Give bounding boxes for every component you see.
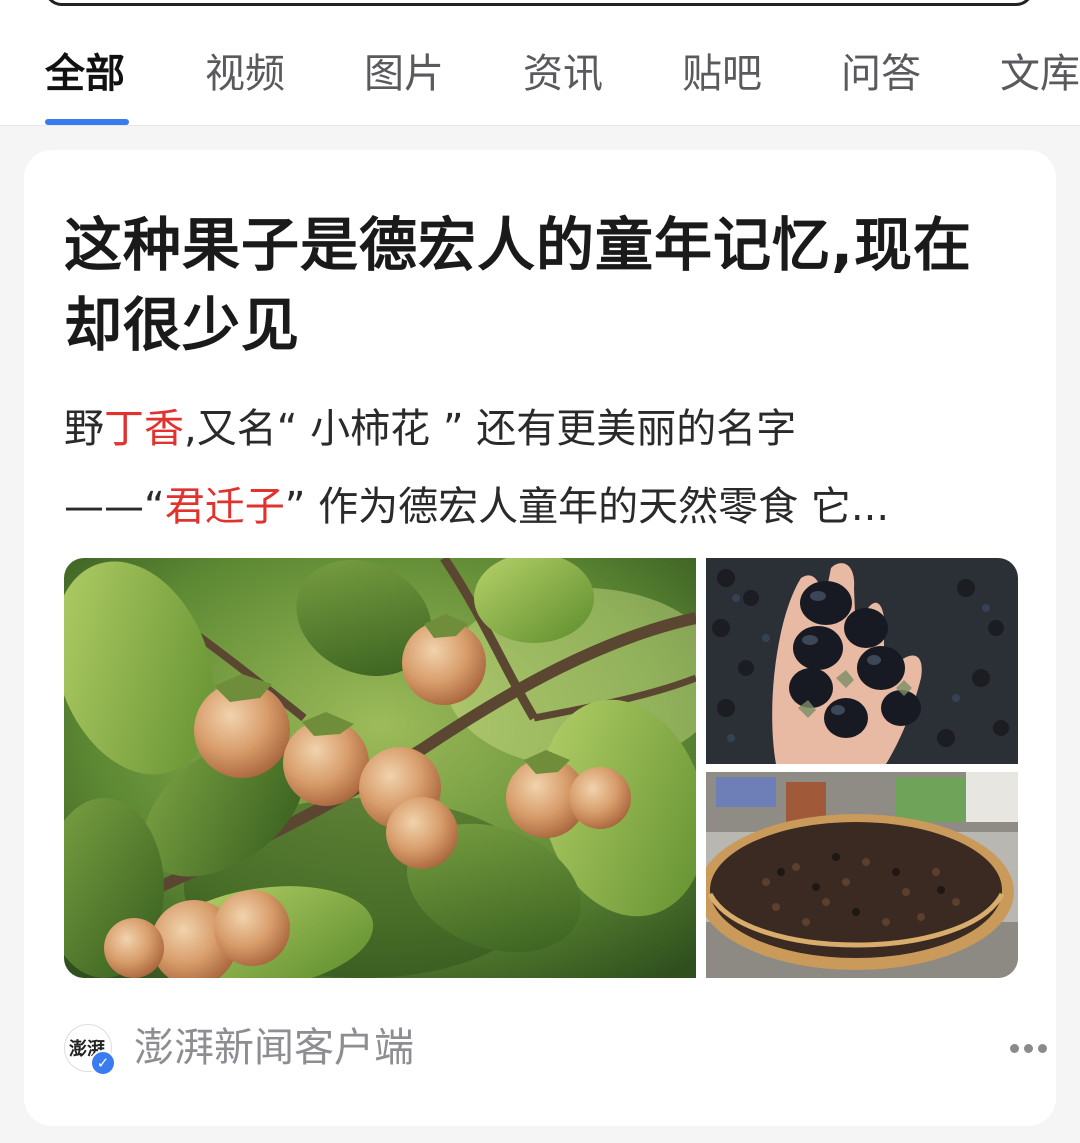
- black-fruit-in-hand-photo[interactable]: [706, 558, 1018, 764]
- tab-bar: 全部 视频 图片 资讯 贴吧 问答 文库: [0, 40, 1080, 120]
- dot: [1024, 1044, 1033, 1053]
- dot: [1038, 1044, 1047, 1053]
- dot: [1010, 1044, 1019, 1053]
- image-gallery: [64, 558, 1018, 980]
- result-snippet: 野丁香,又名“ 小柿花 ” 还有更美丽的名字 ——“君迁子” 作为德宏人童年的天…: [64, 390, 1024, 546]
- snippet-text: ,又名“ 小柿花 ” 还有更美丽的名字: [184, 406, 797, 452]
- verified-check-icon: ✓: [90, 1050, 116, 1076]
- result-title[interactable]: 这种果子是德宏人的童年记忆,现在却很少见: [64, 205, 1014, 365]
- tab-qa[interactable]: 问答: [841, 46, 921, 102]
- tab-library[interactable]: 文库: [1000, 46, 1080, 102]
- snippet-highlight: 丁香: [104, 406, 184, 452]
- source-name[interactable]: 澎湃新闻客户端: [134, 1020, 414, 1076]
- dried-fruit-basket-photo[interactable]: [706, 772, 1018, 978]
- tab-news[interactable]: 资讯: [523, 46, 603, 102]
- snippet-line-2: ——“君迁子” 作为德宏人童年的天然零食 它...: [64, 468, 1024, 546]
- result-card[interactable]: 这种果子是德宏人的童年记忆,现在却很少见 野丁香,又名“ 小柿花 ” 还有更美丽…: [24, 150, 1056, 1126]
- snippet-highlight: 君迁子: [164, 484, 285, 530]
- snippet-text: ” 作为德宏人童年的天然零食 它...: [284, 484, 890, 530]
- tab-images[interactable]: 图片: [364, 46, 444, 102]
- snippet-line-1: 野丁香,又名“ 小柿花 ” 还有更美丽的名字: [64, 390, 1024, 468]
- persimmon-branch-photo[interactable]: [64, 558, 696, 978]
- tab-video[interactable]: 视频: [205, 46, 285, 102]
- source-row[interactable]: 澎湃 ✓ 澎湃新闻客户端: [64, 1020, 1047, 1080]
- snippet-text: ——“: [64, 484, 165, 530]
- active-tab-indicator: [45, 119, 129, 125]
- top-bar: 全部 视频 图片 资讯 贴吧 问答 文库: [0, 0, 1080, 126]
- search-box[interactable]: [44, 0, 1034, 6]
- tab-all[interactable]: 全部: [45, 46, 125, 102]
- snippet-text: 野: [64, 406, 104, 452]
- tab-tieba[interactable]: 贴吧: [682, 46, 762, 102]
- more-dots-icon[interactable]: [1010, 1038, 1054, 1058]
